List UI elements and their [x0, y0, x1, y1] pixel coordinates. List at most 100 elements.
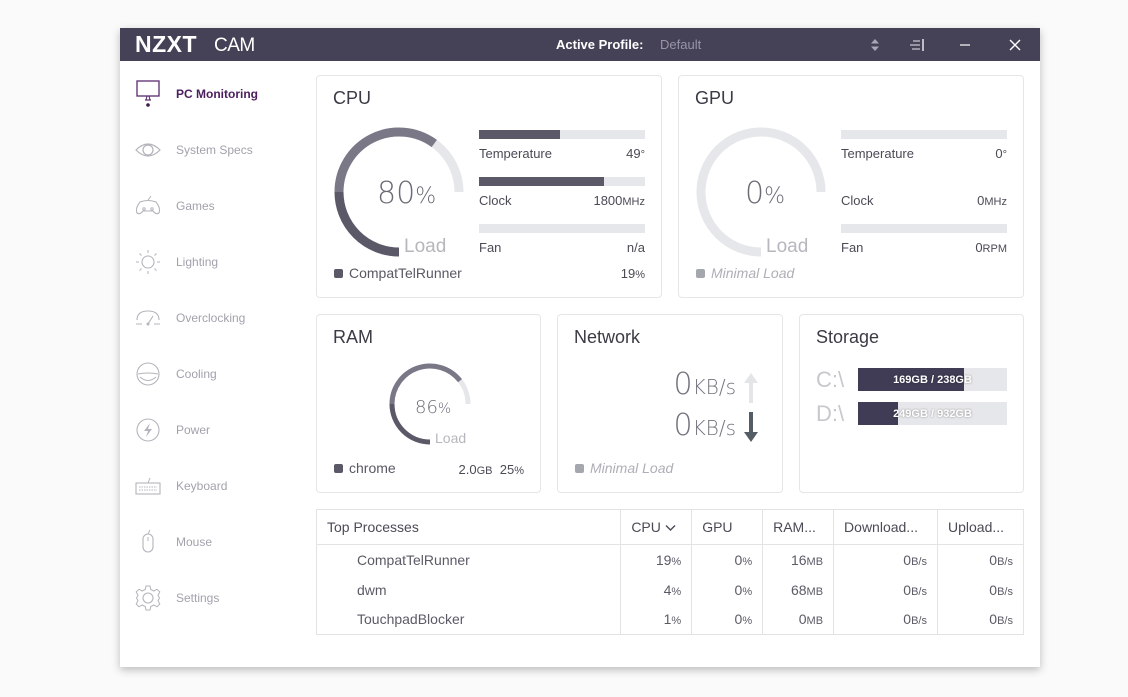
process-upload: 0B/s: [937, 604, 1024, 635]
drive-d-usage: 249GB / 932GB: [893, 407, 972, 420]
download-arrow-icon: [744, 412, 758, 442]
gpu-status: Minimal Load: [711, 265, 795, 281]
ram-title: RAM: [333, 327, 373, 347]
sidebar-item-label: PC Monitoring: [176, 87, 258, 101]
metric-label: Temperature: [479, 146, 552, 161]
metric-label: Temperature: [841, 146, 914, 161]
column-header-ram[interactable]: RAM...: [762, 509, 834, 545]
metric-value: 49°: [626, 146, 645, 161]
gear-icon: [134, 584, 162, 612]
process-upload: 0B/s: [937, 574, 1024, 605]
process-ram: 0MB: [762, 604, 834, 635]
network-status: Minimal Load: [590, 460, 674, 476]
drive-c-label: C:\: [816, 367, 845, 392]
sidebar-item-power[interactable]: Power: [134, 415, 304, 445]
ram-top-process-name: chrome: [349, 460, 396, 476]
drive-d-bar: 249GB / 932GB: [858, 402, 1007, 425]
metric-value: 0°: [995, 146, 1007, 161]
process-download: 0B/s: [833, 544, 938, 575]
column-header-name[interactable]: Top Processes: [316, 509, 621, 545]
cpu-clock-bar: [479, 177, 645, 186]
process-gpu: 0%: [691, 544, 763, 575]
upload-arrow-icon: [744, 373, 758, 403]
sidebar-item-label: Lighting: [176, 255, 219, 269]
gpu-card: GPU 0% Load Temperature 0° Clock 0MHz Fa…: [678, 75, 1024, 298]
sidebar-item-overclocking[interactable]: Overclocking: [134, 303, 304, 333]
metric-label: Fan: [479, 240, 502, 255]
column-header-cpu[interactable]: CPU: [620, 509, 692, 545]
menu-collapse-button[interactable]: [905, 28, 927, 61]
cpu-card: CPU 80% Load Temperature 49° Clock 1800M…: [316, 75, 662, 298]
process-download: 0B/s: [833, 574, 938, 605]
minimize-icon: [960, 43, 970, 46]
ram-load-value: 86%: [415, 397, 452, 418]
sidebar-item-lighting[interactable]: Lighting: [134, 247, 304, 277]
storage-card: Storage C:\ 169GB / 238GB D:\ 249GB / 93…: [799, 314, 1024, 493]
chevron-down-icon: [665, 525, 676, 531]
sidebar-item-system-specs[interactable]: System Specs: [134, 135, 304, 165]
network-title: Network: [574, 327, 641, 347]
gpu-title: GPU: [695, 88, 735, 108]
sidebar-item-label: Cooling: [176, 367, 217, 381]
network-card: Network 0KB/s 0KB/s Minimal Load: [557, 314, 783, 493]
lightning-icon: [134, 416, 162, 444]
process-gpu: 0%: [691, 574, 763, 605]
sidebar-item-pc-monitoring[interactable]: PC Monitoring: [134, 79, 304, 109]
process-cpu: 4%: [620, 574, 692, 605]
table-row[interactable]: dwm 4% 0% 68MB 0B/s 0B/s: [317, 574, 1024, 605]
gpu-load-value: 0%: [745, 176, 785, 211]
active-profile-select[interactable]: Default: [660, 37, 701, 52]
ram-card: RAM 86% Load chrome 2.0GB 25%: [316, 314, 541, 493]
table-row[interactable]: TouchpadBlocker 1% 0% 0MB 0B/s 0B/s: [317, 604, 1024, 635]
bar-fill: [479, 177, 604, 186]
process-ram: 68MB: [762, 574, 834, 605]
sidebar-item-games[interactable]: Games: [134, 191, 304, 221]
legend-dot: [334, 464, 343, 473]
sidebar-item-label: Power: [176, 423, 211, 437]
cpu-temperature-bar: [479, 130, 645, 139]
column-header-download[interactable]: Download...: [833, 509, 938, 545]
logo-nzxt: NZXT: [135, 31, 198, 57]
bar-fill: [479, 130, 561, 139]
gpu-load-label: Load: [766, 236, 809, 257]
drive-c-usage: 169GB / 238GB: [893, 373, 972, 386]
title-bar: NZXT CAM Active Profile: Default: [120, 28, 1040, 61]
process-download: 0B/s: [833, 604, 938, 635]
logo-cam: CAM: [214, 35, 255, 56]
gpu-temperature-bar: [841, 130, 1007, 139]
cpu-load-value: 80%: [377, 176, 437, 211]
table-row[interactable]: CompatTelRunner 19% 0% 16MB 0B/s 0B/s: [317, 544, 1024, 575]
sidebar-item-cooling[interactable]: Cooling: [134, 359, 304, 389]
process-gpu: 0%: [691, 604, 763, 635]
profile-sort-button[interactable]: [865, 28, 885, 61]
legend-dot: [575, 464, 584, 473]
close-button[interactable]: [1002, 28, 1028, 61]
sidebar-item-label: Keyboard: [176, 479, 228, 493]
sidebar-item-label: System Specs: [176, 143, 253, 157]
cpu-fan-bar: [479, 224, 645, 233]
process-name: dwm: [357, 581, 387, 598]
sidebar-item-settings[interactable]: Settings: [134, 583, 304, 613]
column-header-gpu[interactable]: GPU: [691, 509, 763, 545]
app-window: NZXT CAM Active Profile: Default PC Moni…: [120, 28, 1040, 667]
speedometer-icon: [134, 304, 162, 332]
metric-value: 0MHz: [977, 193, 1007, 208]
network-download-value: 0KB/s: [673, 408, 736, 443]
sidebar-item-keyboard[interactable]: Keyboard: [134, 471, 304, 501]
process-cpu: 19%: [620, 544, 692, 575]
process-name: TouchpadBlocker: [357, 611, 465, 628]
close-icon: [1009, 39, 1021, 50]
gpu-fan-bar: [841, 224, 1007, 233]
sort-updown-icon: [871, 38, 879, 51]
column-header-upload[interactable]: Upload...: [937, 509, 1024, 545]
drive-c-bar: 169GB / 238GB: [858, 368, 1007, 391]
ram-load-label: Load: [435, 430, 467, 446]
sidebar-item-label: Games: [176, 199, 215, 213]
metric-label: Clock: [479, 193, 512, 208]
minimize-button[interactable]: [952, 28, 978, 61]
metric-label: Fan: [841, 240, 864, 255]
gamepad-icon: [134, 192, 162, 220]
sun-icon: [134, 248, 162, 276]
sidebar-item-mouse[interactable]: Mouse: [134, 527, 304, 557]
sidebar-item-label: Overclocking: [176, 311, 246, 325]
